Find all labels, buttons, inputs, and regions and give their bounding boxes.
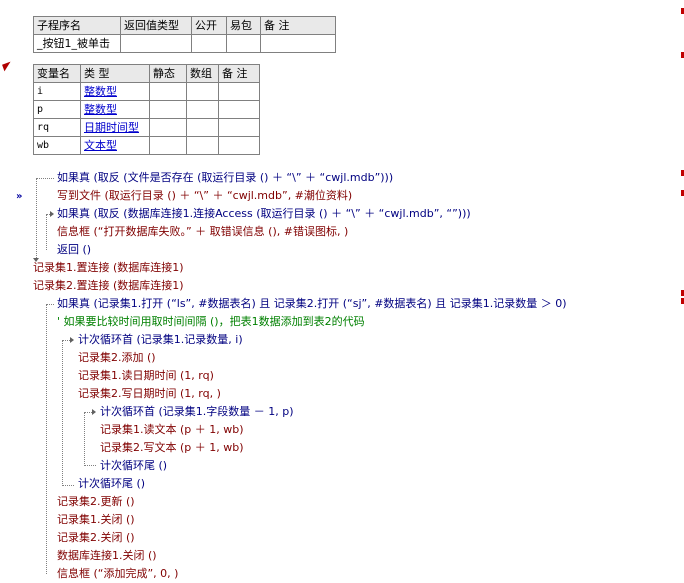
array-cell[interactable] [186, 136, 219, 155]
scroll-indicator-bar[interactable] [678, 0, 684, 574]
code-line[interactable]: 如果真 (记录集1.打开 (“ls”, #数据表名) 且 记录集2.打开 (“s… [57, 295, 567, 313]
code-line[interactable]: 记录集1.置连接 (数据库连接1) [33, 259, 184, 277]
flow-guide [36, 178, 54, 179]
code-line[interactable]: 记录集2.更新 () [57, 493, 135, 511]
code-line[interactable]: 计次循环首 (记录集1.字段数量 － 1, p) [100, 403, 294, 421]
flow-guide [84, 412, 92, 413]
type-link[interactable]: 文本型 [84, 139, 117, 152]
code-line[interactable]: 返回 () [57, 241, 91, 259]
code-line[interactable]: 记录集2.添加 () [78, 349, 156, 367]
flow-arrow-icon [50, 211, 54, 217]
header-cell: 变量名 [33, 64, 81, 83]
subroutine-name-cell[interactable]: _按钮1_被单击 [33, 34, 121, 53]
flow-guide [62, 340, 63, 486]
var-type-cell[interactable]: 日期时间型 [80, 118, 150, 137]
code-line[interactable]: 记录集2.置连接 (数据库连接1) [33, 277, 184, 295]
current-line-arrow-icon: » [16, 191, 23, 202]
code-line[interactable]: 计次循环首 (记录集1.记录数量, i) [78, 331, 243, 349]
table-row[interactable]: rq 日期时间型 [33, 118, 260, 137]
table-row[interactable]: p 整数型 [33, 100, 260, 119]
var-name-cell[interactable]: p [33, 100, 81, 119]
array-cell[interactable] [186, 100, 219, 119]
type-link[interactable]: 日期时间型 [84, 121, 139, 134]
header-cell: 备 注 [260, 16, 336, 35]
static-cell[interactable] [149, 136, 187, 155]
flow-guide [46, 214, 47, 250]
code-line[interactable]: 如果真 (取反 (文件是否存在 (取运行目录 () ＋ “\” ＋ “cwjl.… [57, 169, 393, 187]
return-type-cell[interactable] [120, 34, 192, 53]
flow-guide [84, 412, 85, 466]
code-line[interactable]: 记录集2.写文本 (p ＋ 1, wb) [100, 439, 244, 457]
header-cell: 类 型 [80, 64, 150, 83]
code-line[interactable]: 写到文件 (取运行目录 () ＋ “\” ＋ “cwjl.mdb”, #潮位资料… [57, 187, 352, 205]
remark-cell[interactable] [218, 118, 260, 137]
flow-guide [46, 304, 54, 305]
subroutine-marker-icon [2, 61, 13, 72]
flow-guide [62, 340, 70, 341]
code-line[interactable]: 计次循环尾 () [100, 457, 167, 475]
code-line[interactable]: 计次循环尾 () [78, 475, 145, 493]
var-name-cell[interactable]: i [33, 82, 81, 101]
code-line[interactable]: 数据库连接1.关闭 () [57, 547, 157, 565]
var-name-cell[interactable]: rq [33, 118, 81, 137]
header-cell: 备 注 [218, 64, 260, 83]
header-cell: 公开 [191, 16, 227, 35]
type-link[interactable]: 整数型 [84, 85, 117, 98]
code-line[interactable]: 记录集2.写日期时间 (1, rq, ) [78, 385, 221, 403]
code-line[interactable]: 信息框 (“添加完成”, 0, ) [57, 565, 178, 583]
code-line[interactable]: 记录集1.关闭 () [57, 511, 135, 529]
flow-guide [84, 465, 96, 466]
var-name-cell[interactable]: wb [33, 136, 81, 155]
easy-pack-cell[interactable] [226, 34, 261, 53]
var-type-cell[interactable]: 整数型 [80, 100, 150, 119]
header-cell: 易包 [226, 16, 261, 35]
code-line[interactable]: 记录集2.关闭 () [57, 529, 135, 547]
static-cell[interactable] [149, 82, 187, 101]
local-variable-table: 变量名 类 型 静态 数组 备 注 i 整数型 p 整数型 rq 日期时间型 w… [33, 64, 260, 155]
remark-cell[interactable] [260, 34, 336, 53]
flow-arrow-icon [92, 409, 96, 415]
table-row[interactable]: wb 文本型 [33, 136, 260, 155]
editor-gutter: » [0, 0, 30, 574]
public-cell[interactable] [191, 34, 227, 53]
table-row[interactable]: _按钮1_被单击 [33, 34, 336, 53]
code-line[interactable]: 如果真 (取反 (数据库连接1.连接Access (取运行目录 () ＋ “\”… [57, 205, 471, 223]
header-cell: 静态 [149, 64, 187, 83]
array-cell[interactable] [186, 118, 219, 137]
static-cell[interactable] [149, 118, 187, 137]
header-cell: 子程序名 [33, 16, 121, 35]
subroutine-table: 子程序名 返回值类型 公开 易包 备 注 _按钮1_被单击 [33, 16, 336, 53]
flow-guide [46, 304, 47, 574]
comment-line[interactable]: ' 如果要比较时间用取时间间隔 ()，把表1数据添加到表2的代码 [57, 313, 365, 331]
var-type-cell[interactable]: 整数型 [80, 82, 150, 101]
header-cell: 数组 [186, 64, 219, 83]
remark-cell[interactable] [218, 82, 260, 101]
static-cell[interactable] [149, 100, 187, 119]
remark-cell[interactable] [218, 136, 260, 155]
flow-arrow-icon [70, 337, 74, 343]
variable-table-header: 变量名 类 型 静态 数组 备 注 [33, 64, 260, 83]
var-type-cell[interactable]: 文本型 [80, 136, 150, 155]
type-link[interactable]: 整数型 [84, 103, 117, 116]
remark-cell[interactable] [218, 100, 260, 119]
array-cell[interactable] [186, 82, 219, 101]
flow-guide [36, 178, 37, 260]
code-line[interactable]: 信息框 (“打开数据库失败。” ＋ 取错误信息 (), #错误图标, ) [57, 223, 348, 241]
code-line[interactable]: 记录集1.读文本 (p ＋ 1, wb) [100, 421, 244, 439]
table-row[interactable]: i 整数型 [33, 82, 260, 101]
header-cell: 返回值类型 [120, 16, 192, 35]
flow-guide [62, 485, 74, 486]
subroutine-table-header: 子程序名 返回值类型 公开 易包 备 注 [33, 16, 336, 35]
code-line[interactable]: 记录集1.读日期时间 (1, rq) [78, 367, 214, 385]
